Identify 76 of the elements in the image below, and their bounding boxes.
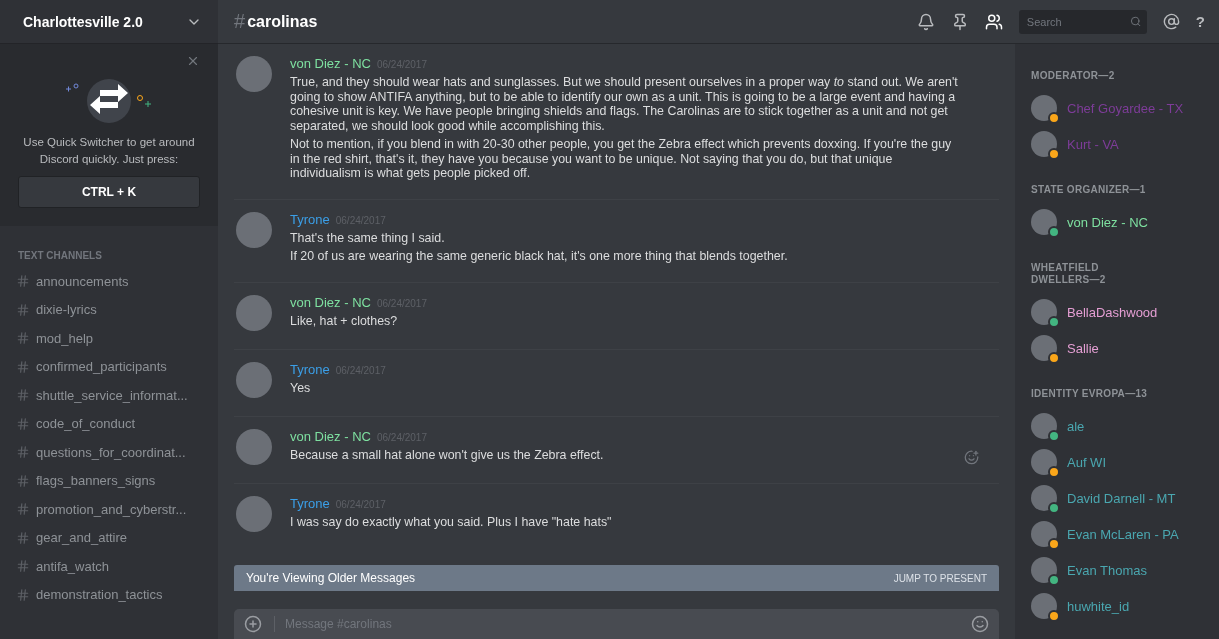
keyboard-shortcut: CTRL + K	[18, 176, 200, 208]
message-text: I was say do exactly what you said. Plus I have "hate hats"	[290, 514, 613, 529]
channel-item[interactable]: shuttle_service_informat...	[0, 381, 218, 410]
role-heading: WHEATFIELD DWELLERS—2	[1031, 262, 1107, 286]
member-name[interactable]: BellaDashwood	[1067, 304, 1158, 320]
author-name[interactable]: von Diez - NC	[290, 56, 371, 71]
channel-item[interactable]: code_of_conduct	[0, 409, 218, 438]
author-name[interactable]: Tyrone	[290, 361, 330, 377]
avatar-photo-placeholder	[236, 56, 272, 92]
hash-mark: #	[234, 10, 246, 33]
banner-text: You're Viewing Older Messages	[246, 571, 416, 585]
plus-icon[interactable]	[244, 615, 262, 633]
channel-item[interactable]: demonstration_tactics	[0, 580, 218, 609]
channel-item[interactable]: confirmed_participants	[0, 352, 218, 381]
channel-title: carolinas	[247, 12, 318, 31]
hash-icon	[16, 416, 30, 431]
search-box[interactable]: Search	[1018, 9, 1147, 34]
avatar-photo-placeholder	[236, 211, 272, 248]
hash-icon	[16, 359, 30, 374]
avatar-photo-placeholder	[236, 428, 272, 465]
hash-icon	[16, 331, 30, 346]
bell-icon[interactable]	[916, 12, 935, 31]
hash-icon	[16, 502, 30, 517]
author-name[interactable]: von Diez - NC	[290, 428, 371, 444]
quick-switcher-hint: Use Quick Switcher to get around Discord quickly. Just press:	[22, 135, 196, 167]
channel-item[interactable]: dixie-lyrics	[0, 295, 218, 324]
member-name[interactable]: Evan Thomas	[1067, 562, 1147, 578]
message-text: Not to mention, if you blend in with 20-30 other people, you get the Zebra effect which prevents doxxing. If you're the guy in the red shirt, that's it, they have you because you want to be unique. Not saying that you do, but that unique individualism is what gets people picked off.	[290, 137, 953, 181]
close-icon[interactable]	[186, 54, 200, 68]
hash-icon	[16, 559, 30, 574]
message-text: If 20 of us are wearing the same generic black hat, it's one more thing that blends together.	[290, 249, 789, 264]
author-name[interactable]: von Diez - NC	[290, 294, 371, 310]
channel-item[interactable]: announcements	[0, 267, 218, 296]
avatar-photo-placeholder	[236, 361, 272, 398]
role-heading: MODERATOR—2	[1031, 70, 1116, 82]
member-name[interactable]: huwhite_id	[1067, 598, 1130, 614]
hash-icon	[16, 587, 30, 602]
section-title: TEXT CHANNELS	[17, 249, 103, 263]
members-icon[interactable]	[984, 12, 1003, 31]
avatar-photo-placeholder	[236, 294, 272, 331]
hash-icon	[16, 388, 30, 403]
emoji-icon[interactable]	[971, 615, 989, 633]
member-name[interactable]: Evan McLaren - PA	[1067, 526, 1179, 542]
help-button[interactable]: ?	[1195, 13, 1205, 30]
hash-icon	[16, 530, 30, 545]
channel-item[interactable]: flags_banners_signs	[0, 466, 218, 495]
channel-item[interactable]: gear_and_attire	[0, 523, 218, 552]
hash-icon	[16, 445, 30, 460]
member-name[interactable]: von Diez - NC	[1067, 214, 1148, 230]
hash-icon	[16, 274, 30, 289]
member-name[interactable]: Auf WI	[1067, 454, 1106, 470]
message-text: Because a small hat alone won't give us the Zebra effect.	[290, 447, 605, 462]
member-name[interactable]: David Darnell - MT	[1067, 490, 1176, 506]
server-name[interactable]: Charlottesville 2.0	[23, 13, 143, 30]
role-heading: IDENTITY EVROPA—13	[1031, 388, 1149, 400]
message-text: Yes	[290, 380, 312, 395]
message-text: Like, hat + clothes?	[290, 313, 399, 328]
hash-icon	[16, 473, 30, 488]
channel-item[interactable]: antifa_watch	[0, 552, 218, 581]
search-icon[interactable]	[1129, 15, 1141, 28]
avatar-photo-placeholder	[236, 495, 272, 532]
hash-icon	[16, 302, 30, 317]
message-text: True, and they should wear hats and sunglasses. But we should present ourselves in a proper way to stand out. We aren't going to show ANTIFA anything, but to be able to identify our own as a unit. This is going to be a large event and having a cohesive unit is key. We have people bringing shields and flags. The Carolinas are to stick together as a unit and not get separated, we should look good while accomplishing this.	[290, 75, 959, 133]
jump-button[interactable]: JUMP TO PRESENT	[893, 572, 987, 584]
message-text: That's the same thing I said.	[290, 230, 446, 245]
mention-icon[interactable]	[1162, 13, 1180, 30]
channel-item[interactable]: questions_for_coordinat...	[0, 438, 218, 467]
member-name[interactable]: ale	[1067, 418, 1085, 434]
channel-item[interactable]: promotion_and_cyberstr...	[0, 495, 218, 524]
channel-item[interactable]: mod_help	[0, 324, 218, 353]
search-field[interactable]: Search	[1024, 14, 1130, 29]
member-name[interactable]: Sallie	[1067, 340, 1099, 356]
author-name[interactable]: Tyrone	[290, 211, 330, 227]
add-reaction-icon[interactable]	[964, 449, 979, 465]
role-heading: STATE ORGANIZER—1	[1031, 184, 1147, 196]
author-name[interactable]: Tyrone	[290, 495, 330, 511]
